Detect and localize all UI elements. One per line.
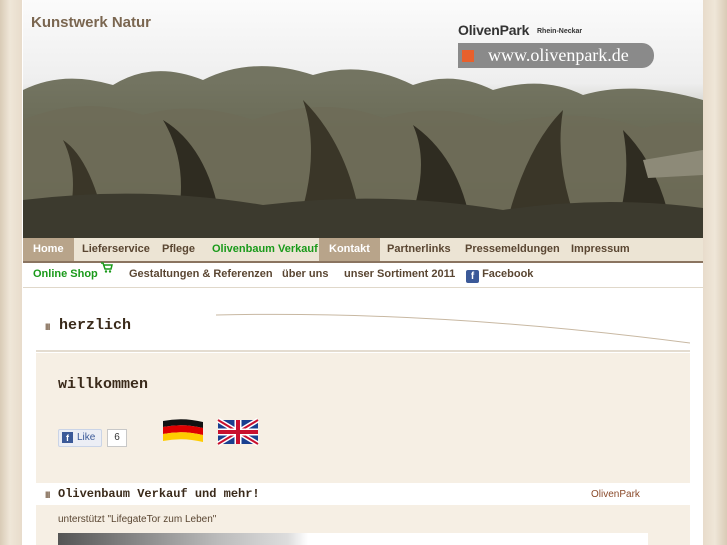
german-flag-icon[interactable] [161, 417, 205, 445]
nav-pressemeldungen[interactable]: Pressemeldungen [465, 238, 560, 261]
nav-online-shop-label: Online Shop [33, 268, 98, 280]
logo-url-text: www.olivenpark.de [488, 45, 629, 65]
page: Kunstwerk Natur OlivenPark Rhein-Neckar … [23, 0, 703, 545]
nav-kontakt[interactable]: Kontakt [319, 238, 380, 261]
logo-title: OlivenPark [458, 22, 530, 38]
header-banner: Kunstwerk Natur OlivenPark Rhein-Neckar … [23, 0, 703, 238]
nav-impressum[interactable]: Impressum [571, 238, 630, 261]
support-text: unterstützt "LifegateTor zum Leben" [58, 514, 217, 525]
nav-facebook[interactable]: f Facebook [466, 263, 533, 285]
banner-image [58, 533, 648, 545]
facebook-icon: f [466, 270, 479, 283]
olivenpark-link[interactable]: OlivenPark [591, 489, 640, 500]
nav-gestaltungen-referenzen[interactable]: Gestaltungen & Referenzen [129, 263, 273, 285]
nav-partnerlinks[interactable]: Partnerlinks [387, 238, 451, 261]
section-header-swoosh [36, 313, 690, 352]
like-label: Like [77, 432, 96, 443]
nav-sortiment-2011[interactable]: unser Sortiment 2011 [344, 263, 455, 285]
logo-square-icon [462, 50, 474, 62]
nav-pflege[interactable]: Pflege [162, 238, 195, 261]
facebook-like-button[interactable]: f Like [58, 429, 102, 447]
section-heading-verkauf: Olivenbaum Verkauf und mehr! [58, 487, 260, 501]
primary-navigation: Home Lieferservice Pflege Olivenbaum Ver… [23, 238, 703, 263]
like-count: 6 [107, 429, 127, 447]
logo-url-badge[interactable]: www.olivenpark.de [458, 43, 654, 68]
olive-trees-photo [23, 0, 703, 238]
nav-ueber-uns[interactable]: über uns [282, 263, 328, 285]
verkauf-box: unterstützt "LifegateTor zum Leben" [36, 505, 690, 545]
nav-facebook-label: Facebook [482, 268, 534, 280]
secondary-navigation: Online Shop Gestaltungen & Referenzen üb… [23, 262, 703, 288]
nav-olivenbaum-verkauf[interactable]: Olivenbaum Verkauf [212, 238, 318, 261]
facebook-icon: f [62, 432, 73, 443]
nav-online-shop[interactable]: Online Shop [33, 262, 113, 285]
heading-bars-icon: III [45, 490, 50, 500]
welcome-heading: willkommen [58, 376, 149, 393]
nav-lieferservice[interactable]: Lieferservice [82, 238, 150, 261]
section-verkauf-header: III Olivenbaum Verkauf und mehr! OlivenP… [36, 485, 690, 505]
welcome-box: willkommen f Like 6 [36, 353, 690, 483]
section-herzlich-header: III [36, 310, 690, 352]
logo-subtitle: Rhein-Neckar [537, 28, 583, 35]
nav-home[interactable]: Home [23, 238, 74, 261]
site-title: Kunstwerk Natur [31, 14, 152, 31]
uk-flag-icon[interactable] [216, 417, 260, 447]
cart-icon [100, 262, 113, 273]
section-heading-herzlich: herzlich [59, 317, 132, 334]
heading-bars-icon: III [45, 322, 50, 332]
